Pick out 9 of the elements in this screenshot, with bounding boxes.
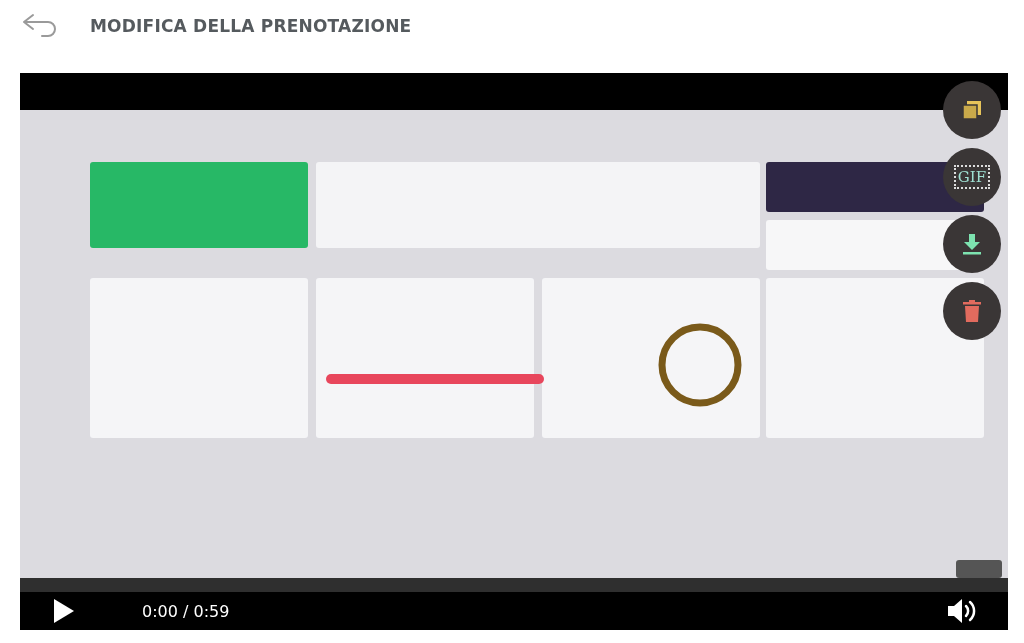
download-icon — [962, 233, 982, 255]
back-arrow-icon — [21, 13, 59, 39]
trash-icon — [963, 300, 981, 322]
copy-button[interactable] — [943, 81, 1001, 139]
play-icon — [52, 597, 76, 625]
progress-track[interactable] — [20, 578, 1008, 592]
copy-icon — [961, 99, 983, 121]
page-title: MODIFICA DELLA PRENOTAZIONE — [90, 16, 412, 36]
video-time: 0:00 / 0:59 — [142, 601, 231, 621]
